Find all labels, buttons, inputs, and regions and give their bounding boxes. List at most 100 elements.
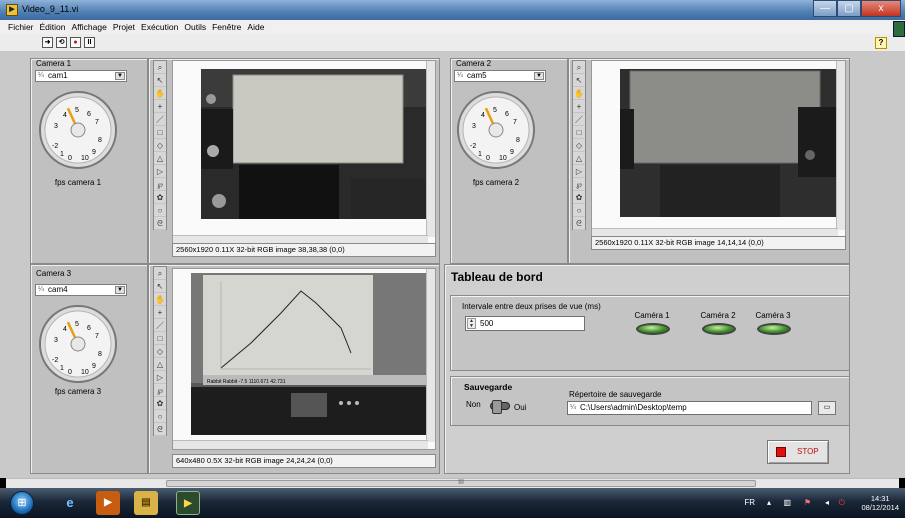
pointer-icon[interactable]: ↖ — [154, 280, 166, 293]
image-3-hscroll[interactable] — [173, 440, 428, 449]
menu-fichier[interactable]: Fichier — [8, 22, 34, 32]
run-arrow-icon[interactable]: ➜ — [42, 37, 53, 48]
freeline-icon[interactable]: ✿ — [154, 397, 166, 410]
pan-icon[interactable]: ✋ — [154, 87, 166, 100]
menu-outils[interactable]: Outils — [184, 22, 206, 32]
explorer-folder-icon[interactable]: ▤ — [134, 491, 158, 515]
internet-explorer-icon[interactable]: e — [58, 491, 82, 515]
annulus-icon[interactable]: △ — [573, 152, 585, 165]
image-3-vscroll[interactable] — [426, 269, 435, 442]
broken-line-icon[interactable]: ᘓ — [573, 217, 585, 230]
stop-button[interactable]: STOP — [767, 440, 829, 464]
maximize-button[interactable]: ▢ — [837, 0, 861, 17]
labview-taskbar-icon[interactable]: ▶ — [176, 491, 200, 515]
gauge-tick: 8 — [98, 351, 102, 358]
language-indicator[interactable]: FR — [744, 498, 755, 507]
menu-execution[interactable]: Exécution — [141, 22, 178, 32]
interval-input[interactable]: ▲ ▼ 500 — [465, 316, 585, 331]
gauge-tick: 1 — [478, 151, 482, 158]
image-2-vscroll[interactable] — [836, 61, 845, 230]
image-tool-palette-1: ⌕ ↖ ✋ + ／ □ ◇ △ ▷ ℘ ✿ ○ ᘓ — [153, 60, 167, 230]
dropdown-arrow-icon[interactable]: ▼ — [534, 72, 544, 80]
oval-icon[interactable]: ○ — [154, 410, 166, 423]
zoom-icon[interactable]: ⌕ — [573, 61, 585, 74]
camera-2-select[interactable]: ¼ cam5 ▼ — [454, 70, 546, 82]
camera-1-select[interactable]: ¼ cam1 ▼ — [35, 70, 127, 82]
freeline-icon[interactable]: ✿ — [154, 191, 166, 204]
gauge-tick: -2 — [52, 357, 58, 364]
annulus-icon[interactable]: △ — [154, 152, 166, 165]
annulus-icon[interactable]: △ — [154, 358, 166, 371]
clock[interactable]: 14:31 08/12/2014 — [861, 494, 899, 512]
save-toggle[interactable] — [490, 400, 510, 414]
dropdown-arrow-icon[interactable]: ▼ — [115, 72, 125, 80]
pointer-icon[interactable]: ↖ — [573, 74, 585, 87]
fps-gauge-3: -2 1 0 10 9 8 7 6 5 4 3 — [39, 305, 117, 383]
menu-edition[interactable]: Édition — [40, 22, 66, 32]
pan-icon[interactable]: ✋ — [154, 293, 166, 306]
rectangle-icon[interactable]: □ — [573, 126, 585, 139]
oval-icon[interactable]: ○ — [154, 204, 166, 217]
camera-3-image: Rabbit Rabbit -7.5 1110.671 42.731 — [191, 273, 429, 435]
network-icon[interactable]: ▥ — [783, 498, 791, 507]
save-directory-input[interactable]: ¼ C:\Users\admin\Desktop\temp — [567, 401, 812, 415]
panel-hscroll-thumb[interactable]: III — [166, 479, 756, 487]
image-1-vscroll[interactable] — [426, 61, 435, 237]
crosshair-icon[interactable]: + — [154, 100, 166, 113]
media-player-icon[interactable]: ▶ — [96, 491, 120, 515]
gauge-tick: 6 — [87, 325, 91, 332]
freehand-icon[interactable]: ℘ — [154, 384, 166, 397]
minimize-button[interactable]: — — [813, 0, 837, 17]
close-button[interactable]: x — [861, 0, 901, 17]
start-button[interactable]: ⊞ — [10, 491, 34, 515]
polygon-icon[interactable]: ▷ — [154, 371, 166, 384]
freeline-icon[interactable]: ✿ — [573, 191, 585, 204]
rectangle-icon[interactable]: □ — [154, 332, 166, 345]
pause-icon[interactable]: II — [84, 37, 95, 48]
dropdown-arrow-icon[interactable]: ▼ — [115, 286, 125, 294]
rotated-rect-icon[interactable]: ◇ — [573, 139, 585, 152]
gauge-tick: 0 — [68, 155, 72, 162]
polygon-icon[interactable]: ▷ — [573, 165, 585, 178]
increment-decrement-icon[interactable]: ▲ ▼ — [467, 318, 476, 329]
pan-icon[interactable]: ✋ — [573, 87, 585, 100]
freehand-icon[interactable]: ℘ — [573, 178, 585, 191]
line-icon[interactable]: ／ — [154, 319, 166, 332]
fps-gauge-2: -2 1 0 10 9 8 7 6 5 4 3 — [457, 91, 535, 169]
rectangle-icon[interactable]: □ — [154, 126, 166, 139]
help-icon[interactable]: ? — [875, 37, 887, 49]
camera-1-image-display[interactable] — [172, 60, 436, 245]
camera-2-image-display[interactable] — [591, 60, 846, 238]
broken-line-icon[interactable]: ᘓ — [154, 217, 166, 230]
camera-3-image-display[interactable]: Rabbit Rabbit -7.5 1110.671 42.731 — [172, 268, 436, 450]
action-center-icon[interactable]: ⚑ — [804, 498, 811, 507]
gauge-tick: 1 — [60, 365, 64, 372]
menu-affichage[interactable]: Affichage — [72, 22, 107, 32]
power-icon[interactable]: ⏻ — [839, 498, 845, 508]
crosshair-icon[interactable]: + — [573, 100, 585, 113]
menu-aide[interactable]: Aide — [247, 22, 264, 32]
interval-label: Intervale entre deux prises de vue (ms) — [462, 302, 601, 311]
panel-hscroll[interactable]: III — [6, 478, 899, 488]
menu-projet[interactable]: Projet — [113, 22, 135, 32]
zoom-icon[interactable]: ⌕ — [154, 267, 166, 280]
zoom-icon[interactable]: ⌕ — [154, 61, 166, 74]
volume-icon[interactable]: ◂ — [825, 498, 829, 507]
camera-3-select[interactable]: ¼ cam4 ▼ — [35, 284, 127, 296]
run-continuous-icon[interactable]: ⟲ — [56, 37, 67, 48]
menu-fenetre[interactable]: Fenêtre — [212, 22, 241, 32]
browse-folder-icon[interactable]: ▭ — [818, 401, 836, 415]
rotated-rect-icon[interactable]: ◇ — [154, 345, 166, 358]
line-icon[interactable]: ／ — [573, 113, 585, 126]
crosshair-icon[interactable]: + — [154, 306, 166, 319]
abort-icon[interactable]: ● — [70, 37, 81, 48]
line-icon[interactable]: ／ — [154, 113, 166, 126]
gauge-tick: 8 — [98, 137, 102, 144]
rotated-rect-icon[interactable]: ◇ — [154, 139, 166, 152]
freehand-icon[interactable]: ℘ — [154, 178, 166, 191]
pointer-icon[interactable]: ↖ — [154, 74, 166, 87]
tray-expand-icon[interactable]: ▴ — [767, 498, 771, 507]
polygon-icon[interactable]: ▷ — [154, 165, 166, 178]
broken-line-icon[interactable]: ᘓ — [154, 423, 166, 436]
oval-icon[interactable]: ○ — [573, 204, 585, 217]
